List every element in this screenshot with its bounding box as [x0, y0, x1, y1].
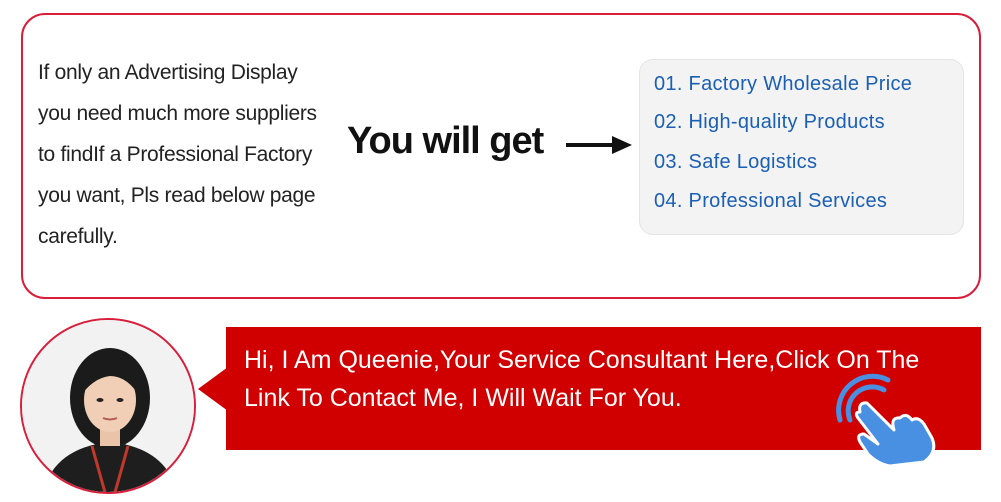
benefit-item: 03. Safe Logistics	[654, 151, 818, 173]
intro-line: If only an Advertising Display	[38, 61, 298, 84]
intro-line: you need much more suppliers	[38, 102, 317, 125]
tap-hand-icon[interactable]	[820, 372, 938, 468]
intro-text: If only an Advertising Display you need …	[38, 52, 338, 257]
benefit-item: 01. Factory Wholesale Price	[654, 73, 913, 95]
intro-line: to findIf a Professional Factory	[38, 143, 313, 166]
benefits-list: 01. Factory Wholesale Price 02. High-qua…	[639, 59, 964, 235]
consultant-avatar[interactable]	[20, 318, 196, 494]
arrow-right-icon	[566, 136, 632, 154]
intro-line: carefully.	[38, 225, 118, 248]
benefit-item: 02. High-quality Products	[654, 111, 885, 133]
consultant-photo	[22, 320, 194, 492]
benefit-item: 04. Professional Services	[654, 190, 888, 212]
you-will-get-heading: You will get	[347, 120, 544, 162]
speech-tail	[198, 367, 228, 411]
intro-line: you want, Pls read below page	[38, 184, 316, 207]
